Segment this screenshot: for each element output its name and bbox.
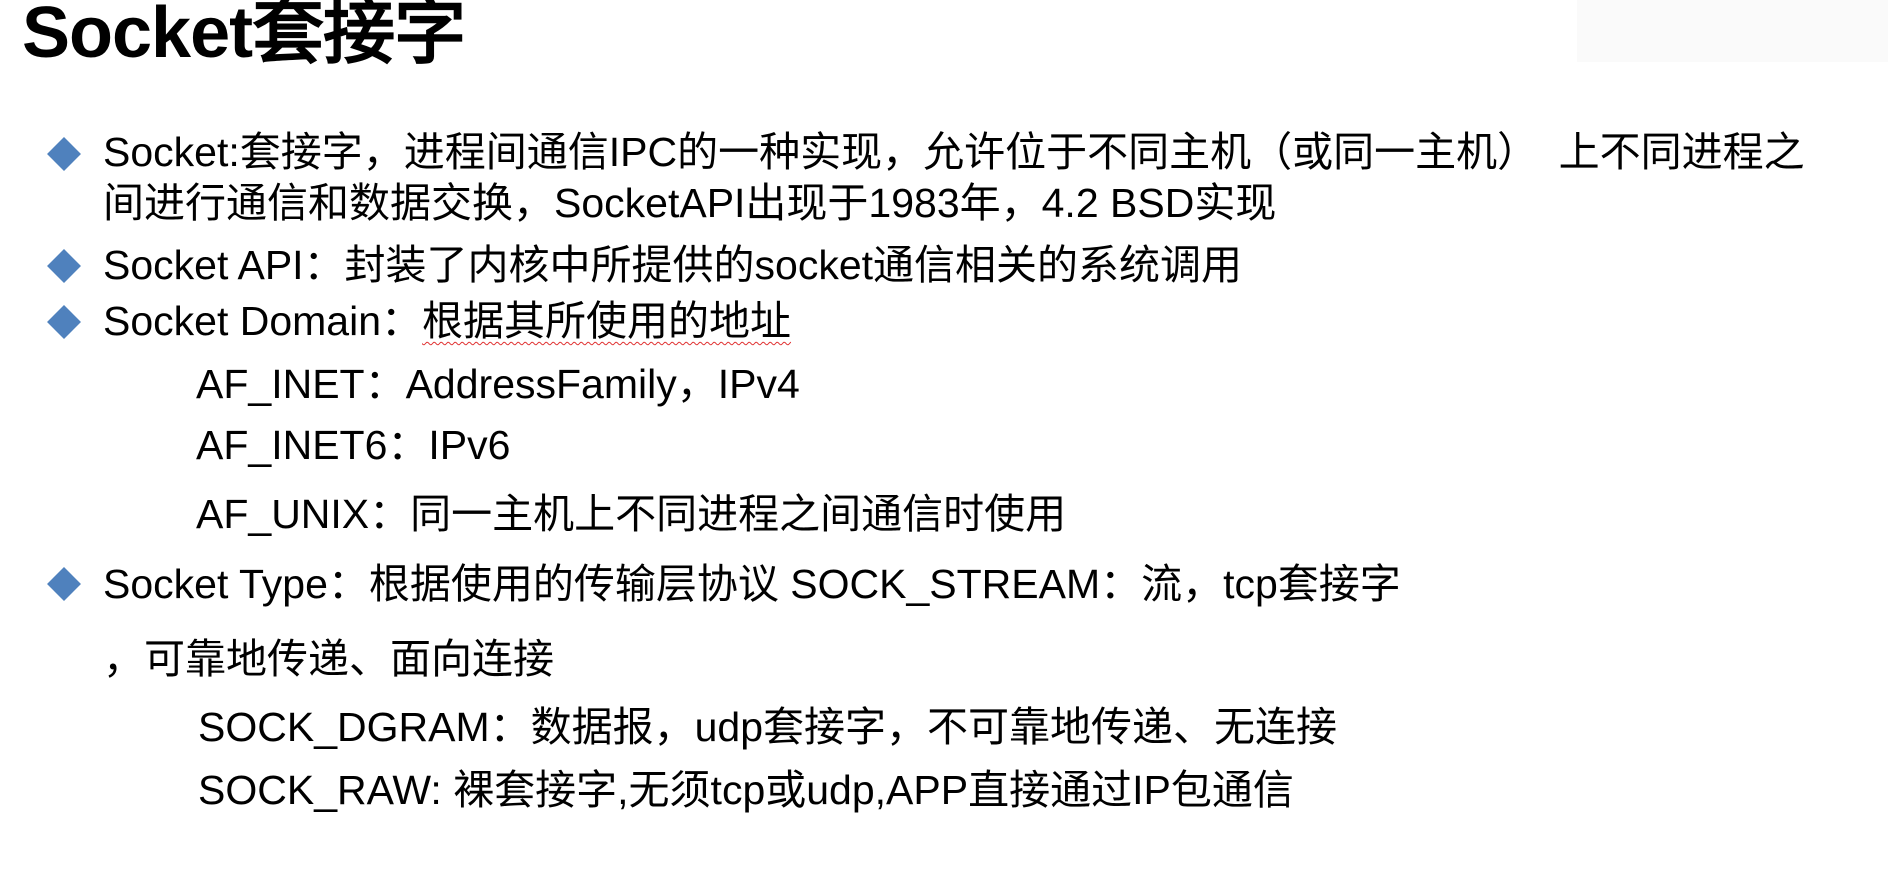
type-item-sock-raw: SOCK_RAW: 裸套接字,无须tcp或udp,APP直接通过IP包通信 xyxy=(198,767,1294,813)
socket-domain-description: 根据其所使用的地址 xyxy=(422,298,792,344)
diamond-bullet-icon xyxy=(47,249,81,283)
socket-domain-label: Socket Domain： xyxy=(103,298,423,344)
corner-shade xyxy=(1577,0,1888,62)
socket-definition-line-2: 间进行通信和数据交换，SocketAPI出现于1983年，4.2 BSD实现 xyxy=(103,180,1277,226)
domain-item-af-inet: AF_INET：AddressFamily，IPv4 xyxy=(196,361,800,407)
socket-api-line: Socket API：封装了内核中所提供的socket通信相关的系统调用 xyxy=(103,242,1243,288)
slide-title: Socket套接字 xyxy=(22,0,466,73)
type-item-sock-dgram: SOCK_DGRAM：数据报，udp套接字，不可靠地传递、无连接 xyxy=(198,704,1338,750)
domain-item-af-inet6: AF_INET6：IPv6 xyxy=(196,422,511,468)
diamond-bullet-icon xyxy=(47,305,81,339)
socket-definition-line-1: Socket:套接字，进程间通信IPC的一种实现，允许位于不同主机（或同一主机）… xyxy=(103,129,1805,175)
socket-domain-line: Socket Domain：根据其所使用的地址 xyxy=(103,297,791,346)
diamond-bullet-icon xyxy=(47,567,81,601)
domain-item-af-unix: AF_UNIX：同一主机上不同进程之间通信时使用 xyxy=(196,491,1067,537)
diamond-bullet-icon xyxy=(47,137,81,171)
slide: Socket套接字 Socket:套接字，进程间通信IPC的一种实现，允许位于不… xyxy=(0,0,1888,879)
socket-type-line-1: Socket Type：根据使用的传输层协议 SOCK_STREAM：流，tcp… xyxy=(103,561,1401,607)
socket-type-line-2: ，可靠地传递、面向连接 xyxy=(103,636,554,682)
